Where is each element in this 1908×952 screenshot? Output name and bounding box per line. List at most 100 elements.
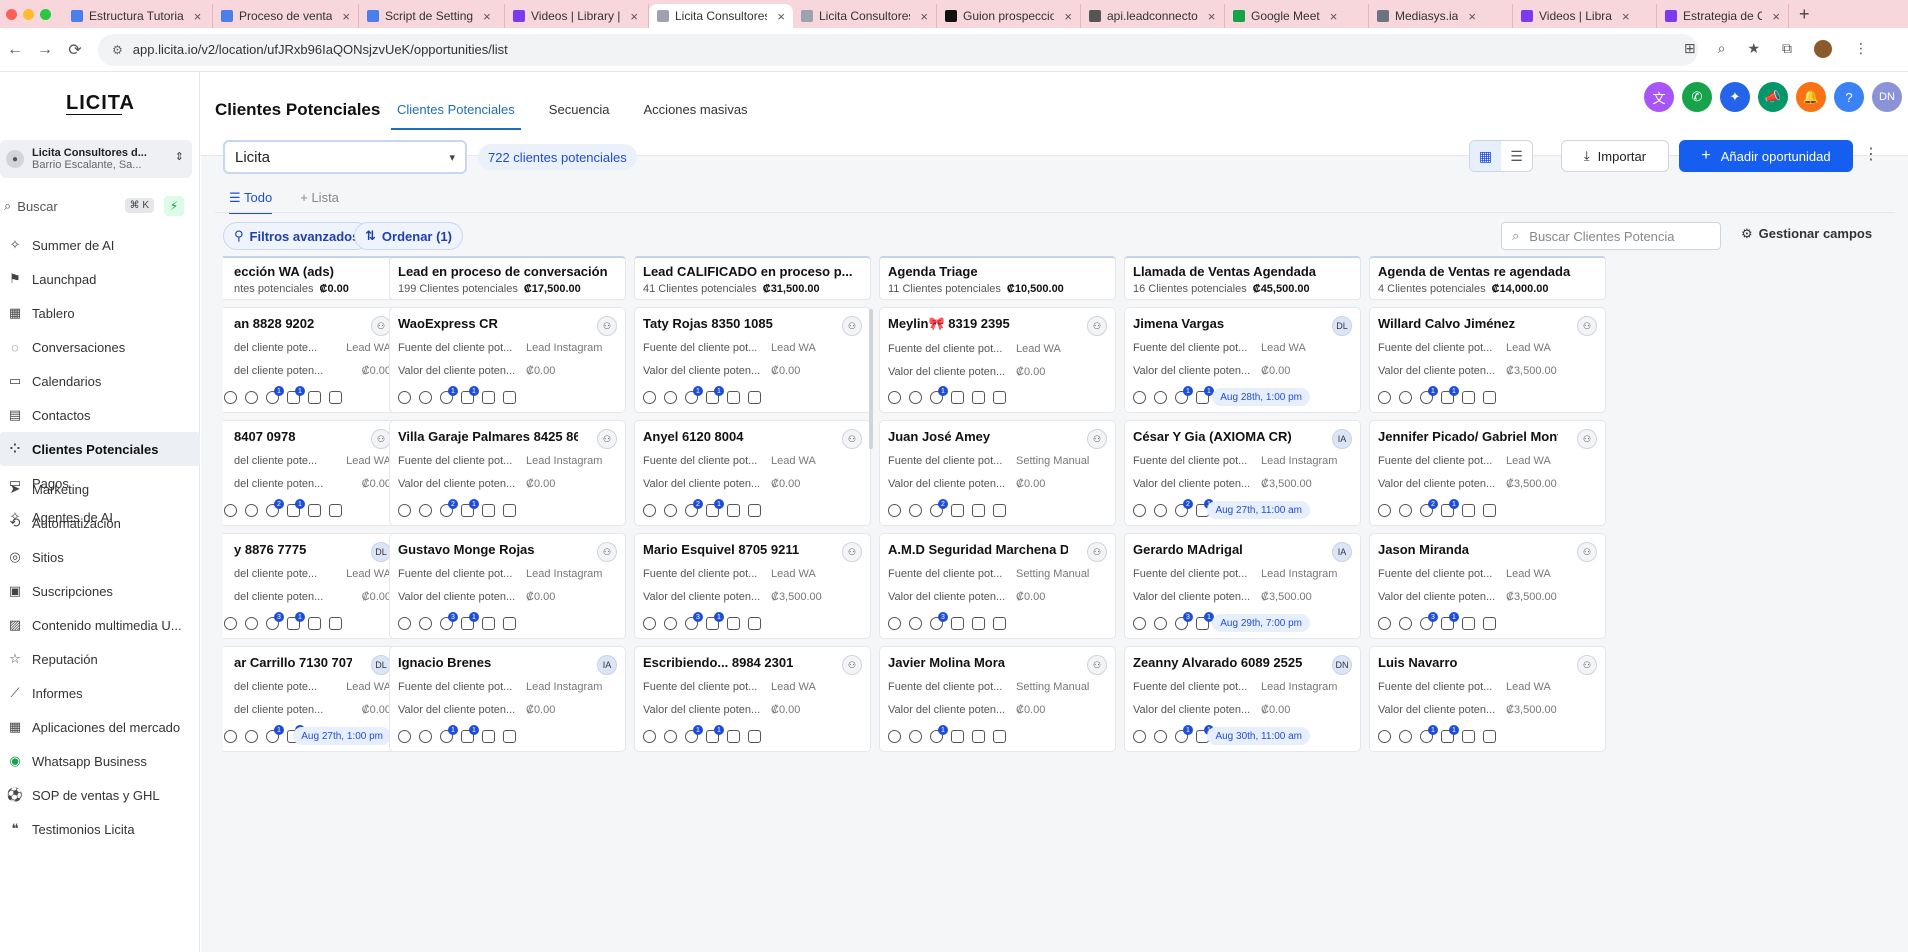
note-icon[interactable]: 1 — [706, 725, 724, 743]
opportunity-card[interactable]: Jennifer Picado/ Gabriel Monto... ⚇ Fuente… — [1369, 420, 1606, 526]
calendar-icon[interactable] — [1483, 617, 1496, 630]
task-icon[interactable] — [482, 617, 495, 630]
note-icon[interactable]: 1 — [706, 386, 724, 404]
close-tab-icon[interactable]: × — [1208, 9, 1216, 24]
chat-icon[interactable] — [245, 391, 258, 404]
sidebar-item-launchpad[interactable]: ⚑ Launchpad — [0, 262, 200, 296]
phone-icon[interactable] — [224, 617, 237, 630]
sidebar-item-calendarios[interactable]: ▭ Calendarios — [0, 364, 200, 398]
new-tab-button[interactable]: + — [1799, 4, 1810, 25]
sidebar-item-conversaciones[interactable]: ◌ Conversaciones — [0, 330, 200, 364]
task-icon[interactable] — [1462, 504, 1475, 517]
sidebar-item-marketing[interactable]: ➤ Marketing — [0, 472, 200, 506]
chat-icon[interactable] — [245, 730, 258, 743]
sidebar-item-sitios[interactable]: ◎ Sitios — [0, 540, 200, 574]
task-icon[interactable] — [482, 504, 495, 517]
calendar-icon[interactable] — [1483, 730, 1496, 743]
add-opportunity-button[interactable]: + Añadir oportunidad — [1679, 140, 1853, 172]
heart-icon[interactable]: 3 — [1420, 612, 1438, 630]
heart-icon[interactable]: 1 — [1420, 725, 1438, 743]
close-window-button[interactable] — [6, 8, 17, 20]
sidebar-item-summer-de-ai[interactable]: ✧ Summer de AI — [0, 228, 200, 262]
close-tab-icon[interactable]: × — [1772, 9, 1780, 24]
assign-user-icon[interactable]: ⚇ — [1087, 429, 1107, 449]
profile-avatar[interactable] — [1814, 40, 1832, 58]
sidebar-item-aplicaciones-del-mercado[interactable]: ▦ Aplicaciones del mercado — [0, 710, 200, 744]
phone-icon[interactable] — [888, 730, 901, 743]
browser-tab[interactable]: api.leadconnecto × — [1081, 4, 1225, 28]
task-icon[interactable] — [308, 391, 321, 404]
subtab-todo[interactable]: ☰ Todo — [229, 184, 273, 214]
task-icon[interactable] — [727, 504, 740, 517]
advanced-filters-button[interactable]: ⚲ Filtros avanzados — [223, 222, 371, 250]
sidebar-item-informes[interactable]: ⟋ Informes — [0, 676, 200, 710]
close-tab-icon[interactable]: × — [342, 9, 350, 24]
close-tab-icon[interactable]: × — [1622, 9, 1630, 24]
tab-secuencia[interactable]: Secuencia — [543, 94, 616, 125]
chat-icon[interactable] — [419, 504, 432, 517]
assign-user-icon[interactable]: ⚇ — [597, 316, 617, 336]
sort-button[interactable]: ⇅ Ordenar (1) — [354, 222, 463, 250]
heart-icon[interactable]: 1 — [266, 725, 284, 743]
note-icon[interactable]: 1 — [461, 386, 479, 404]
calendar-icon[interactable] — [993, 504, 1006, 517]
chat-icon[interactable] — [1154, 391, 1167, 404]
heart-icon[interactable]: 2 — [266, 499, 284, 517]
heart-icon[interactable]: 2 — [930, 499, 948, 517]
manage-fields-button[interactable]: ⚙ Gestionar campos — [1741, 226, 1872, 242]
import-button[interactable]: ⤓ Importar — [1561, 140, 1669, 172]
calendar-icon[interactable] — [329, 504, 342, 517]
task-icon[interactable] — [972, 730, 985, 743]
note-icon[interactable]: 1 — [461, 612, 479, 630]
chat-icon[interactable] — [1399, 504, 1412, 517]
translate-icon[interactable]: 文 — [1644, 82, 1674, 112]
task-icon[interactable] — [972, 617, 985, 630]
assign-user-icon[interactable]: ⚇ — [597, 542, 617, 562]
note-icon[interactable]: 1 — [1196, 612, 1214, 630]
forward-icon[interactable]: → — [30, 41, 60, 59]
task-icon[interactable] — [972, 504, 985, 517]
heart-icon[interactable]: 1 — [440, 725, 458, 743]
phone-icon[interactable] — [643, 504, 656, 517]
chat-icon[interactable] — [909, 504, 922, 517]
bookmark-star-icon[interactable]: ★ — [1747, 40, 1760, 58]
task-icon[interactable] — [727, 391, 740, 404]
close-tab-icon[interactable]: × — [1064, 9, 1072, 24]
sidebar-item-automatizaci-n[interactable]: ⟲ Automatización — [0, 506, 200, 540]
browser-tab[interactable]: Videos | Libra × — [1513, 4, 1657, 28]
note-icon[interactable] — [951, 391, 964, 404]
assign-user-icon[interactable]: ⚇ — [842, 316, 862, 336]
megaphone-icon[interactable]: 📣 — [1758, 82, 1788, 112]
assignee-avatar[interactable]: DN — [1332, 655, 1352, 675]
chat-icon[interactable] — [664, 730, 677, 743]
heart-icon[interactable]: 1 — [1420, 386, 1438, 404]
task-icon[interactable] — [1462, 730, 1475, 743]
close-tab-icon[interactable]: × — [1468, 9, 1476, 24]
calendar-icon[interactable] — [1483, 504, 1496, 517]
opportunity-card[interactable]: WaoExpress CR ⚇ Fuente del cliente pot... L… — [389, 307, 626, 413]
calendar-icon[interactable] — [748, 391, 761, 404]
opportunity-card[interactable]: Zeanny Alvarado 6089 2525 DN Fuente del cl… — [1124, 646, 1361, 752]
reload-icon[interactable]: ⟳ — [60, 40, 90, 60]
assignee-avatar[interactable]: DL — [371, 542, 391, 562]
heart-icon[interactable]: 2 — [685, 499, 703, 517]
browser-tab[interactable]: Estructura Tutoria × — [63, 4, 213, 28]
opportunity-card[interactable]: Taty Rojas 8350 1085 ⚇ Fuente del cliente … — [634, 307, 871, 413]
chat-icon[interactable] — [909, 617, 922, 630]
phone-icon[interactable] — [224, 730, 237, 743]
heart-icon[interactable]: 1 — [930, 725, 948, 743]
calendar-icon[interactable] — [329, 391, 342, 404]
calendar-icon[interactable] — [1483, 391, 1496, 404]
note-icon[interactable]: 1 — [461, 725, 479, 743]
opportunity-card[interactable]: Gerardo MAdrigal IA Fuente del cliente pot… — [1124, 533, 1361, 639]
close-tab-icon[interactable]: × — [630, 9, 638, 24]
calendar-icon[interactable] — [993, 730, 1006, 743]
opportunity-card[interactable]: Anyel 6120 8004 ⚇ Fuente del cliente pot..… — [634, 420, 871, 526]
chat-icon[interactable] — [1399, 391, 1412, 404]
assign-user-icon[interactable]: ⚇ — [1577, 429, 1597, 449]
site-info-icon[interactable]: ⚙ — [112, 43, 123, 57]
chat-icon[interactable] — [1154, 504, 1167, 517]
assign-user-icon[interactable]: ⚇ — [842, 429, 862, 449]
assign-user-icon[interactable]: ⚇ — [371, 429, 391, 449]
chat-icon[interactable] — [909, 730, 922, 743]
